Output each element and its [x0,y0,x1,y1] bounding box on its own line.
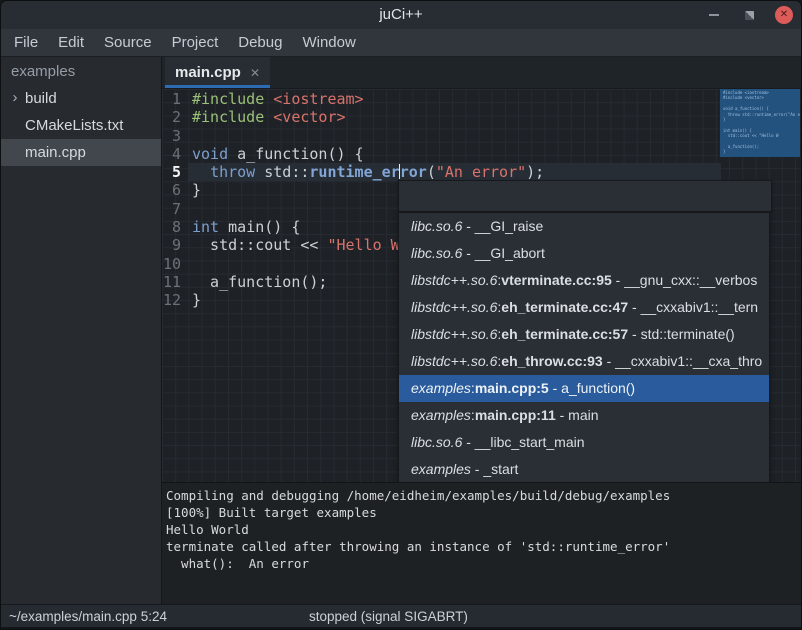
menu-item-debug[interactable]: Debug [228,29,292,57]
code-text: void a_function() { [188,145,364,163]
line-number: 12 [162,291,188,309]
menu-item-edit[interactable]: Edit [48,29,94,57]
terminal-line: [100%] Built target examples [166,504,801,521]
backtrace-frame[interactable]: libstdc++.so.6:eh_terminate.cc:57 - std:… [399,321,769,348]
backtrace-frame[interactable]: libstdc++.so.6:eh_throw.cc:93 - __cxxabi… [399,348,769,375]
line-number: 10 [162,255,188,273]
statusbar: ~/examples/main.cpp 5:24 stopped (signal… [1,604,801,629]
code-text: std::cout << "Hello W [188,236,400,254]
code-line-1: 1#include <iostream> [162,90,801,108]
backtrace-popup: libc.so.6 - __GI_raiselibc.so.6 - __GI_a… [398,213,770,482]
code-text: } [188,181,201,199]
menu-item-file[interactable]: File [4,29,48,57]
minimize-button[interactable] [705,6,723,24]
line-number: 9 [162,236,188,254]
menubar: FileEditSourceProjectDebugWindow [1,29,801,57]
code-text [188,127,192,145]
tab-main-cpp[interactable]: main.cpp ✕ [165,57,270,88]
terminal-line: Hello World [166,521,801,538]
backtrace-frame[interactable]: examples - _start [399,456,769,482]
terminal-line: what(): An error [166,555,801,572]
minimize-icon [709,14,719,16]
code-line-4: 4void a_function() { [162,145,801,163]
sidebar-item-build[interactable]: ›build [1,85,161,112]
editor-column: main.cpp ✕ 1#include <iostream>2#include… [161,57,801,604]
backtrace-frame[interactable]: libstdc++.so.6:vterminate.cc:95 - __gnu_… [399,267,769,294]
debug-tooltip [398,180,772,212]
code-line-5: 5 throw std::runtime_error("An error"); [162,163,801,181]
backtrace-frame[interactable]: libstdc++.so.6:eh_terminate.cc:47 - __cx… [399,294,769,321]
line-number: 4 [162,145,188,163]
backtrace-frame[interactable]: libc.so.6 - __GI_raise [399,213,769,240]
terminal-line: terminate called after throwing an insta… [166,538,801,555]
menu-item-project[interactable]: Project [162,29,229,57]
minimap: #include <iostream>#include <vector> voi… [720,89,800,157]
content-area: examples ›build CMakeLists.txt main.cpp ma… [1,57,801,604]
tabbar: main.cpp ✕ [162,57,801,89]
backtrace-frame-selected[interactable]: examples:main.cpp:5 - a_function() [399,375,769,402]
code-text [188,255,192,273]
line-number: 1 [162,90,188,108]
file-label: CMakeLists.txt [1,117,123,134]
line-number: 6 [162,181,188,199]
code-text: int main() { [188,218,300,236]
sidebar-item-main-cpp[interactable]: main.cpp [1,139,161,166]
menu-item-window[interactable]: Window [292,29,365,57]
close-icon: ✕ [780,10,788,20]
tab-close-icon[interactable]: ✕ [250,66,260,80]
file-label: main.cpp [1,144,86,161]
status-file-position: ~/examples/main.cpp 5:24 [1,609,167,624]
tab-label: main.cpp [175,64,250,81]
backtrace-frame[interactable]: examples:main.cpp:11 - main [399,402,769,429]
terminal-line: Compiling and debugging /home/eidheim/ex… [166,487,801,504]
line-number: 8 [162,218,188,236]
window-controls: ✕ [705,1,793,29]
line-number: 2 [162,108,188,126]
line-number: 7 [162,200,188,218]
code-editor[interactable]: 1#include <iostream>2#include <vector>34… [162,89,801,482]
line-number: 3 [162,127,188,145]
line-number: 11 [162,273,188,291]
code-text: throw std::runtime_error("An error"); [188,163,544,181]
backtrace-frame[interactable]: libc.so.6 - __libc_start_main [399,429,769,456]
menu-item-source[interactable]: Source [94,29,162,57]
code-line-2: 2#include <vector> [162,108,801,126]
code-line-3: 3 [162,127,801,145]
restore-icon [745,11,754,20]
code-text: a_function(); [188,273,327,291]
file-tree-panel: examples ›build CMakeLists.txt main.cpp [1,57,161,604]
app-window: juCi++ ✕ FileEditSourceProjectDebugWindo… [0,0,802,630]
code-text: #include <vector> [188,108,346,126]
code-text: #include <iostream> [188,90,364,108]
project-name: examples [1,57,161,85]
titlebar[interactable]: juCi++ ✕ [1,1,801,29]
line-number: 5 [162,163,188,181]
terminal-output[interactable]: Compiling and debugging /home/eidheim/ex… [162,482,801,604]
file-tree: ›build CMakeLists.txt main.cpp [1,85,161,166]
window-title: juCi++ [1,1,801,29]
code-text [188,200,192,218]
sidebar-item-cmakelists-txt[interactable]: CMakeLists.txt [1,112,161,139]
code-text: } [188,291,201,309]
close-button[interactable]: ✕ [775,6,793,24]
restore-button[interactable] [740,6,758,24]
backtrace-frame[interactable]: libc.so.6 - __GI_abort [399,240,769,267]
status-debug-state: stopped (signal SIGABRT) [309,609,468,624]
chevron-right-icon[interactable]: › [8,89,22,106]
